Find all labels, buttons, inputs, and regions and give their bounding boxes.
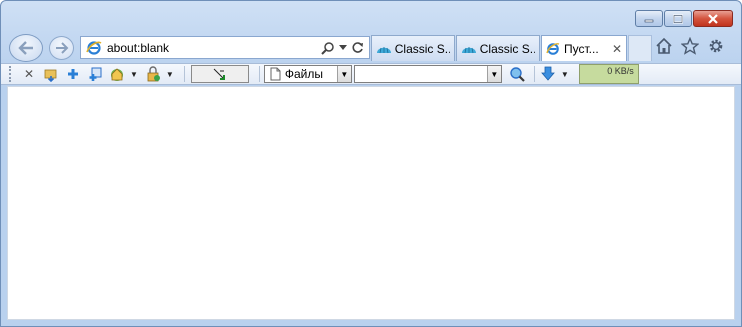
- category-select[interactable]: Файлы ▼: [263, 65, 352, 83]
- tab-blank-active[interactable]: Пуст... ✕: [541, 35, 627, 61]
- browser-command-icons: [655, 37, 725, 55]
- cursor-cross-icon: [213, 68, 225, 80]
- plus-window-icon: [89, 67, 102, 81]
- minimize-button[interactable]: [635, 10, 663, 27]
- back-button[interactable]: [9, 34, 43, 62]
- classic-shell-icon: [462, 46, 476, 53]
- refresh-icon[interactable]: [351, 41, 364, 54]
- maximize-icon: [673, 14, 683, 23]
- address-url[interactable]: about:blank: [107, 41, 321, 55]
- tab-label: Classic S...: [394, 41, 450, 56]
- classic-explorer-toolbar: ✕ ▼ ▼ Файлы ▼ ▼ ▼ 0 KB/s: [1, 63, 741, 85]
- back-arrow-icon: [18, 41, 33, 55]
- toolbar-separator: [533, 66, 535, 82]
- toolbar-separator: [258, 66, 260, 82]
- download-arrow-icon: [540, 66, 555, 81]
- stop-button[interactable]: ✕: [20, 65, 38, 83]
- stop-icon: ✕: [23, 67, 35, 81]
- document-icon: [270, 67, 281, 81]
- address-tools: [321, 41, 369, 55]
- download-speed-text: 0 KB/s: [607, 66, 634, 76]
- ie-logo-icon: [546, 42, 560, 55]
- favorites-star-icon[interactable]: [681, 37, 699, 55]
- home-icon[interactable]: [655, 37, 673, 55]
- tab-label: Classic S...: [479, 41, 535, 56]
- folder-up-button[interactable]: [42, 65, 60, 83]
- classic-shell-icon: [377, 46, 391, 53]
- forward-arrow-icon: [55, 42, 68, 54]
- caption-buttons: [635, 10, 733, 27]
- home-folder-button[interactable]: [108, 65, 126, 83]
- maximize-button[interactable]: [664, 10, 692, 27]
- tab-strip: Classic S... Classic S... Пуст... ✕: [371, 35, 652, 61]
- ie-logo-icon: [86, 40, 102, 55]
- add-button[interactable]: [64, 65, 82, 83]
- tab-classic-1[interactable]: Classic S...: [371, 35, 455, 61]
- gear-icon[interactable]: [707, 37, 725, 55]
- close-icon: [708, 13, 718, 24]
- search-icon[interactable]: [321, 41, 335, 55]
- download-speed-indicator: 0 KB/s: [578, 64, 639, 84]
- page-content[interactable]: [7, 86, 735, 320]
- folder-up-icon: [44, 69, 57, 82]
- forward-button[interactable]: [49, 36, 74, 60]
- lock-shield-icon: [147, 66, 160, 82]
- category-select-value: Файлы: [284, 67, 323, 81]
- tab-classic-2[interactable]: Classic S...: [456, 35, 540, 61]
- chevron-down-icon[interactable]: [339, 44, 347, 51]
- search-go-button[interactable]: [508, 65, 526, 83]
- status-indicator[interactable]: [190, 65, 249, 83]
- browser-window: about:blank Classic S... Classic S... Пу…: [0, 0, 742, 327]
- home-globe-icon: [111, 68, 123, 81]
- chevron-down-icon[interactable]: ▼: [561, 70, 569, 79]
- new-tab-button[interactable]: [628, 35, 652, 61]
- toolbar-grip[interactable]: [9, 66, 14, 82]
- chevron-down-icon[interactable]: ▼: [336, 66, 351, 82]
- tab-close-icon[interactable]: ✕: [612, 42, 622, 56]
- tab-label: Пуст...: [564, 41, 599, 56]
- toolbar-separator: [183, 66, 185, 82]
- search-select[interactable]: ▼: [353, 65, 502, 83]
- plus-icon: [68, 69, 78, 79]
- minimize-icon: [644, 19, 654, 22]
- download-button[interactable]: [539, 65, 557, 83]
- close-button[interactable]: [693, 10, 733, 27]
- address-bar[interactable]: about:blank: [80, 36, 370, 59]
- magnifier-icon: [510, 67, 525, 82]
- navigation-row: about:blank Classic S... Classic S... Пу…: [9, 34, 733, 62]
- chevron-down-icon[interactable]: ▼: [166, 70, 174, 79]
- chevron-down-icon[interactable]: ▼: [130, 70, 138, 79]
- security-button[interactable]: [144, 65, 162, 83]
- chevron-down-icon[interactable]: ▼: [486, 66, 501, 82]
- add-favorites-button[interactable]: [86, 65, 104, 83]
